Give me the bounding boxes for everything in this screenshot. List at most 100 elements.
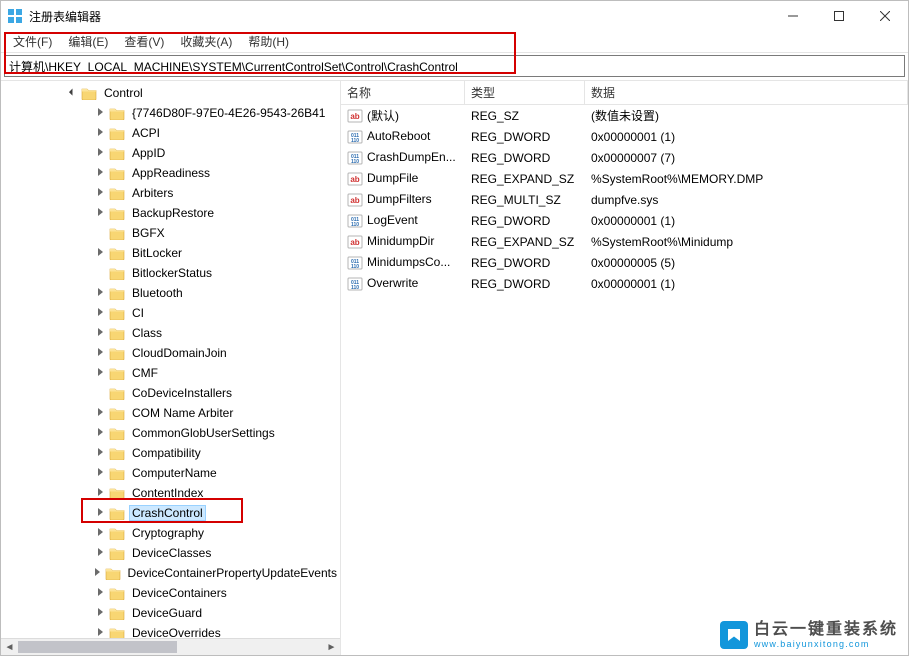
tree-item-label: Control [101, 85, 146, 101]
expander-icon[interactable] [93, 407, 107, 419]
address-input[interactable] [9, 59, 900, 73]
scroll-left-arrow[interactable]: ◄ [1, 639, 18, 656]
menubar: 文件(F) 编辑(E) 查看(V) 收藏夹(A) 帮助(H) [1, 31, 908, 53]
tree-item[interactable]: CloudDomainJoin [1, 343, 340, 363]
value-row[interactable]: 011110MinidumpsCo...REG_DWORD0x00000005 … [341, 252, 908, 273]
expander-icon[interactable] [93, 427, 107, 439]
tree-item[interactable]: DeviceContainerPropertyUpdateEvents [1, 563, 340, 583]
value-name-cell: abMinidumpDir [341, 234, 465, 250]
expander-icon[interactable] [93, 347, 107, 359]
tree-item[interactable]: DeviceOverrides [1, 623, 340, 638]
column-header-name[interactable]: 名称 [341, 81, 465, 104]
expander-icon[interactable] [93, 627, 107, 638]
value-row[interactable]: abMinidumpDirREG_EXPAND_SZ%SystemRoot%\M… [341, 231, 908, 252]
folder-icon [109, 166, 125, 180]
expander-icon[interactable] [93, 487, 107, 499]
tree-item[interactable]: ACPI [1, 123, 340, 143]
value-row[interactable]: ab(默认)REG_SZ(数值未设置) [341, 105, 908, 126]
menu-file[interactable]: 文件(F) [5, 31, 60, 52]
tree-item[interactable]: AppID [1, 143, 340, 163]
value-type-cell: REG_DWORD [465, 277, 585, 291]
menu-favorites[interactable]: 收藏夹(A) [172, 31, 240, 52]
tree-item[interactable]: CI [1, 303, 340, 323]
menu-view[interactable]: 查看(V) [116, 31, 172, 52]
tree-item[interactable]: Compatibility [1, 443, 340, 463]
tree-item-label: ACPI [129, 125, 163, 141]
expander-icon[interactable] [93, 567, 103, 579]
folder-icon [109, 486, 125, 500]
expander-icon[interactable] [93, 147, 107, 159]
tree-item[interactable]: BackupRestore [1, 203, 340, 223]
tree-item[interactable]: DeviceClasses [1, 543, 340, 563]
value-data-cell: 0x00000007 (7) [585, 151, 908, 165]
expander-icon[interactable] [65, 87, 79, 99]
expander-icon[interactable] [93, 107, 107, 119]
tree-item[interactable]: BGFX [1, 223, 340, 243]
scroll-right-arrow[interactable]: ► [323, 639, 340, 656]
tree-item[interactable]: ComputerName [1, 463, 340, 483]
expander-icon[interactable] [93, 507, 107, 519]
tree-item[interactable]: BitlockerStatus [1, 263, 340, 283]
tree-item[interactable]: CMF [1, 363, 340, 383]
value-row[interactable]: 011110CrashDumpEn...REG_DWORD0x00000007 … [341, 147, 908, 168]
list-body[interactable]: ab(默认)REG_SZ(数值未设置)011110AutoRebootREG_D… [341, 105, 908, 655]
expander-icon[interactable] [93, 467, 107, 479]
tree-item[interactable]: BitLocker [1, 243, 340, 263]
expander-icon[interactable] [93, 207, 107, 219]
tree-item[interactable]: Class [1, 323, 340, 343]
tree-item[interactable]: Cryptography [1, 523, 340, 543]
svg-text:110: 110 [351, 138, 359, 144]
minimize-button[interactable] [770, 1, 816, 31]
expander-icon[interactable] [93, 167, 107, 179]
value-row[interactable]: abDumpFileREG_EXPAND_SZ%SystemRoot%\MEMO… [341, 168, 908, 189]
value-row[interactable]: abDumpFiltersREG_MULTI_SZdumpfve.sys [341, 189, 908, 210]
tree-item[interactable]: Bluetooth [1, 283, 340, 303]
tree-item[interactable]: Arbiters [1, 183, 340, 203]
value-name: CrashDumpEn... [367, 150, 456, 164]
expander-icon[interactable] [93, 187, 107, 199]
close-button[interactable] [862, 1, 908, 31]
column-header-type[interactable]: 类型 [465, 81, 585, 104]
tree-item[interactable]: CrashControl [1, 503, 340, 523]
tree-item-label: DeviceOverrides [129, 625, 224, 638]
menu-edit[interactable]: 编辑(E) [60, 31, 116, 52]
value-row[interactable]: 011110OverwriteREG_DWORD0x00000001 (1) [341, 273, 908, 294]
menu-help[interactable]: 帮助(H) [240, 31, 297, 52]
tree-item[interactable]: CoDeviceInstallers [1, 383, 340, 403]
folder-icon [109, 226, 125, 240]
tree-item-control[interactable]: Control [1, 83, 340, 103]
maximize-button[interactable] [816, 1, 862, 31]
value-row[interactable]: 011110AutoRebootREG_DWORD0x00000001 (1) [341, 126, 908, 147]
expander-icon[interactable] [93, 307, 107, 319]
tree-item[interactable]: CommonGlobUserSettings [1, 423, 340, 443]
tree-item[interactable]: DeviceContainers [1, 583, 340, 603]
expander-icon[interactable] [93, 587, 107, 599]
scroll-thumb[interactable] [18, 641, 177, 653]
expander-icon[interactable] [93, 287, 107, 299]
expander-icon[interactable] [93, 367, 107, 379]
tree-item[interactable]: COM Name Arbiter [1, 403, 340, 423]
expander-icon[interactable] [93, 127, 107, 139]
tree-item[interactable]: AppReadiness [1, 163, 340, 183]
tree-item[interactable]: ContentIndex [1, 483, 340, 503]
expander-icon[interactable] [93, 547, 107, 559]
value-type-cell: REG_MULTI_SZ [465, 193, 585, 207]
expander-icon[interactable] [93, 447, 107, 459]
tree-item[interactable]: DeviceGuard [1, 603, 340, 623]
value-row[interactable]: 011110LogEventREG_DWORD0x00000001 (1) [341, 210, 908, 231]
address-bar[interactable] [4, 55, 905, 77]
folder-icon [109, 266, 125, 280]
expander-icon[interactable] [93, 327, 107, 339]
tree-scroll[interactable]: Control {7746D80F-97E0-4E26-9543-26B41 ACP… [1, 81, 340, 638]
tree-horizontal-scrollbar[interactable]: ◄ ► [1, 638, 340, 655]
column-header-data[interactable]: 数据 [585, 81, 908, 104]
titlebar: 注册表编辑器 [1, 1, 908, 31]
window-title: 注册表编辑器 [29, 8, 770, 25]
expander-icon[interactable] [93, 607, 107, 619]
expander-icon[interactable] [93, 527, 107, 539]
expander-icon[interactable] [93, 247, 107, 259]
tree-item[interactable]: {7746D80F-97E0-4E26-9543-26B41 [1, 103, 340, 123]
string-value-icon: ab [347, 192, 363, 208]
scroll-track[interactable] [18, 639, 323, 655]
tree-item-label: ContentIndex [129, 485, 206, 501]
